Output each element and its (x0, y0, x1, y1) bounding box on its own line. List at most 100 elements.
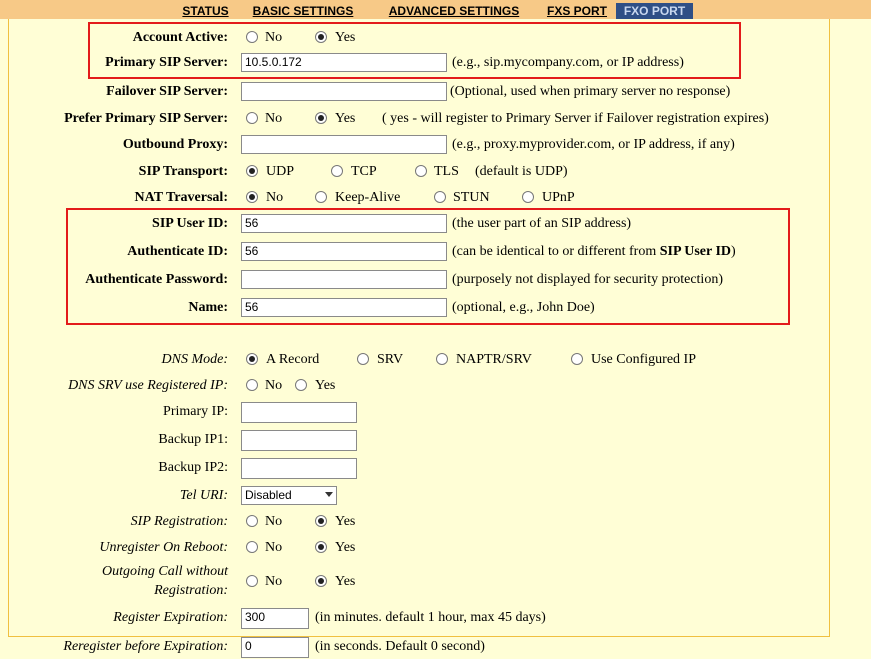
row-outgoing-call-without-registration: Outgoing Call without Registration: No Y… (0, 563, 871, 603)
reregister-before-expiration-input[interactable]: 0 (241, 637, 309, 658)
outbound-proxy-label: Outbound Proxy: (122, 137, 228, 152)
row-reregister-before-expiration: Reregister before Expiration: 0 (in seco… (0, 637, 871, 659)
reregister-before-expiration-label: Reregister before Expiration: (63, 639, 228, 654)
account-active-no-radio[interactable] (246, 31, 258, 43)
row-backup-ip1: Backup IP1: (0, 430, 871, 452)
sip-transport-hint: (default is UDP) (475, 164, 568, 179)
nat-keep-alive-radio[interactable] (315, 191, 327, 203)
account-active-yes-radio[interactable] (315, 31, 327, 43)
authenticate-password-input[interactable] (241, 270, 447, 289)
tel-uri-select[interactable]: Disabled (241, 486, 337, 505)
nat-upnp-label: UPnP (542, 190, 575, 205)
row-register-expiration: Register Expiration: 300 (in minutes. de… (0, 608, 871, 630)
row-tel-uri: Tel URI: Disabled (0, 486, 871, 508)
row-failover-sip-server: Failover SIP Server: (Optional, used whe… (0, 82, 871, 104)
tel-uri-value: Disabled (245, 488, 292, 502)
row-account-active: Account Active: No Yes (0, 28, 871, 50)
tel-uri-label: Tel URI: (179, 488, 228, 503)
authenticate-password-hint: (purposely not displayed for security pr… (452, 272, 723, 287)
nat-upnp-radio[interactable] (522, 191, 534, 203)
tab-basic-settings[interactable]: BASIC SETTINGS (248, 3, 358, 19)
dns-srv-registered-ip-no-radio[interactable] (246, 379, 258, 391)
register-expiration-input[interactable]: 300 (241, 608, 309, 629)
outgoing-call-yes-radio[interactable] (315, 575, 327, 587)
primary-ip-label: Primary IP: (163, 404, 228, 419)
row-backup-ip2: Backup IP2: (0, 458, 871, 480)
sip-transport-tls-radio[interactable] (415, 165, 427, 177)
dns-a-record-radio[interactable] (246, 353, 258, 365)
dns-naptr-srv-label: NAPTR/SRV (456, 352, 532, 367)
unregister-on-reboot-no-radio[interactable] (246, 541, 258, 553)
dns-a-record-label: A Record (266, 352, 320, 367)
sip-user-id-input[interactable]: 56 (241, 214, 447, 233)
tab-fxs-port[interactable]: FXS PORT (543, 3, 611, 19)
row-outbound-proxy: Outbound Proxy: (e.g., proxy.myprovider.… (0, 135, 871, 157)
backup-ip1-input[interactable] (241, 430, 357, 451)
outbound-proxy-hint: (e.g., proxy.myprovider.com, or IP addre… (452, 137, 735, 152)
outgoing-call-no-radio[interactable] (246, 575, 258, 587)
authenticate-id-hint: (can be identical to or different from S… (452, 244, 736, 260)
row-sip-user-id: SIP User ID: 56 (the user part of an SIP… (0, 214, 871, 236)
outbound-proxy-input[interactable] (241, 135, 447, 154)
backup-ip1-label: Backup IP1: (158, 432, 228, 447)
nat-traversal-label: NAT Traversal: (134, 190, 228, 205)
prefer-primary-label: Prefer Primary SIP Server: (64, 111, 228, 126)
sip-transport-udp-radio[interactable] (246, 165, 258, 177)
outgoing-call-no-label: No (265, 574, 283, 589)
tab-advanced-settings[interactable]: ADVANCED SETTINGS (383, 3, 525, 19)
nat-no-label: No (266, 190, 284, 205)
dns-use-configured-ip-radio[interactable] (571, 353, 583, 365)
row-primary-sip-server: Primary SIP Server: 10.5.0.172 (e.g., si… (0, 53, 871, 75)
sip-registration-no-label: No (265, 514, 283, 529)
prefer-primary-no-label: No (265, 111, 283, 126)
primary-sip-server-input[interactable]: 10.5.0.172 (241, 53, 447, 72)
prefer-primary-yes-label: Yes (335, 111, 356, 126)
failover-sip-server-input[interactable] (241, 82, 447, 101)
dns-srv-registered-ip-no-label: No (265, 378, 283, 393)
authenticate-id-hint-post: ) (731, 244, 736, 259)
chevron-down-icon (325, 492, 333, 497)
name-input[interactable]: 56 (241, 298, 447, 317)
tab-status[interactable]: STATUS (175, 3, 236, 19)
primary-sip-server-label: Primary SIP Server: (105, 55, 228, 70)
dns-naptr-srv-radio[interactable] (436, 353, 448, 365)
prefer-primary-yes-radio[interactable] (315, 112, 327, 124)
register-expiration-label: Register Expiration: (113, 610, 228, 625)
dns-srv-radio[interactable] (357, 353, 369, 365)
nat-stun-label: STUN (453, 190, 490, 205)
unregister-on-reboot-no-label: No (265, 540, 283, 555)
authenticate-id-label: Authenticate ID: (127, 244, 228, 259)
sip-transport-tcp-radio[interactable] (331, 165, 343, 177)
outgoing-call-yes-label: Yes (335, 574, 356, 589)
row-primary-ip: Primary IP: (0, 402, 871, 424)
tab-fxo-port[interactable]: FXO PORT (616, 3, 693, 19)
prefer-primary-hint: ( yes - will register to Primary Server … (382, 111, 769, 126)
prefer-primary-no-radio[interactable] (246, 112, 258, 124)
account-active-yes-label: Yes (335, 30, 356, 45)
authenticate-id-hint-bold: SIP User ID (659, 244, 732, 259)
backup-ip2-input[interactable] (241, 458, 357, 479)
account-active-label: Account Active: (132, 30, 228, 45)
account-active-no-label: No (265, 30, 283, 45)
dns-srv-registered-ip-yes-radio[interactable] (295, 379, 307, 391)
authenticate-id-input[interactable]: 56 (241, 242, 447, 261)
sip-registration-yes-radio[interactable] (315, 515, 327, 527)
row-authenticate-id: Authenticate ID: 56 (can be identical to… (0, 242, 871, 264)
unregister-on-reboot-yes-radio[interactable] (315, 541, 327, 553)
nat-no-radio[interactable] (246, 191, 258, 203)
dns-srv-registered-ip-yes-label: Yes (315, 378, 336, 393)
nat-stun-radio[interactable] (434, 191, 446, 203)
name-hint: (optional, e.g., John Doe) (452, 300, 595, 315)
authenticate-id-hint-pre: (can be identical to or different from (452, 244, 660, 259)
unregister-on-reboot-yes-label: Yes (335, 540, 356, 555)
sip-transport-tcp-label: TCP (351, 164, 377, 179)
unregister-on-reboot-label: Unregister On Reboot: (99, 540, 228, 555)
dns-srv-label: SRV (377, 352, 404, 367)
sip-transport-tls-label: TLS (434, 164, 459, 179)
sip-registration-no-radio[interactable] (246, 515, 258, 527)
top-nav: STATUS BASIC SETTINGS ADVANCED SETTINGS … (0, 0, 871, 19)
primary-ip-input[interactable] (241, 402, 357, 423)
dns-mode-label: DNS Mode: (161, 352, 229, 367)
row-sip-registration: SIP Registration: No Yes (0, 512, 871, 534)
failover-sip-server-hint: (Optional, used when primary server no r… (450, 84, 731, 99)
